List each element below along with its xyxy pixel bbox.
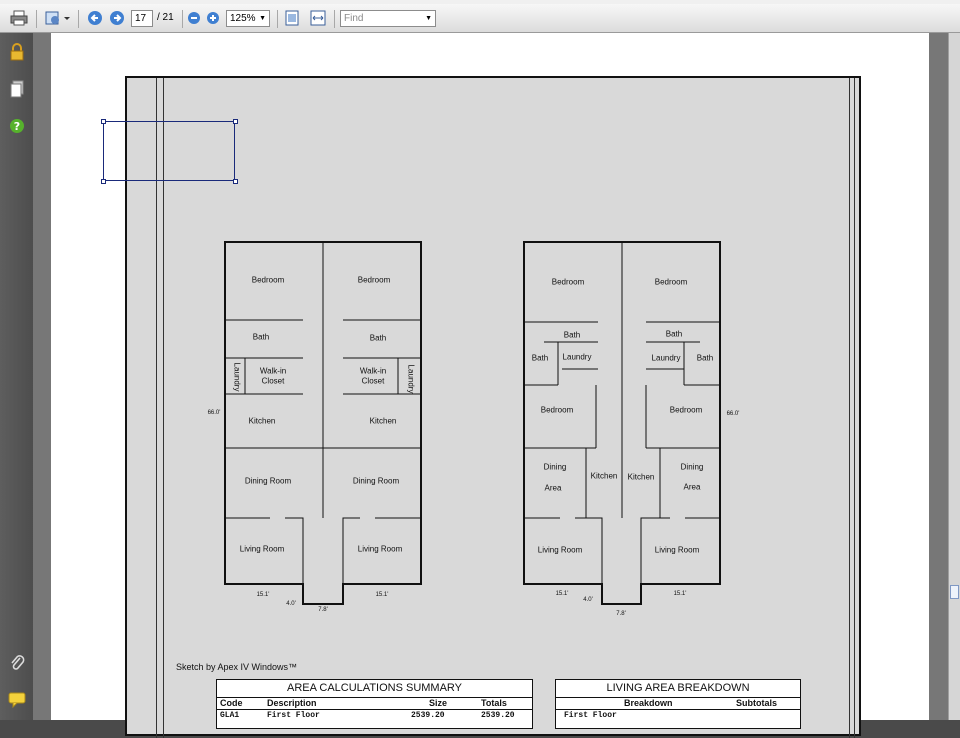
sketch-credit: Sketch by Apex IV Windows™: [176, 662, 298, 672]
room-label: Bath: [369, 333, 387, 343]
room-label: Closet: [261, 376, 285, 386]
floor-plan-drawing: [224, 241, 721, 605]
dimension-label: 4.0': [286, 601, 296, 607]
room-label: Bedroom: [551, 277, 585, 287]
dimension-label: 66.0': [207, 410, 221, 416]
dimension-label: 7.8': [318, 607, 328, 613]
room-label: Closet: [361, 376, 385, 386]
table-cell: 2539.20: [411, 711, 445, 720]
column-header: Breakdown: [624, 698, 673, 708]
table-title: AREA CALCULATIONS SUMMARY: [286, 682, 463, 694]
room-label: Bath: [696, 353, 714, 363]
resize-handle[interactable]: [101, 179, 106, 184]
dimension-label: 15.1': [673, 591, 687, 597]
room-label: Kitchen: [627, 472, 655, 482]
dimension-label: 66.0': [726, 411, 740, 417]
room-label: Living Room: [654, 545, 700, 555]
dimension-label: 15.1': [256, 592, 270, 598]
room-label: Kitchen: [369, 416, 397, 426]
room-label: Living Room: [357, 544, 403, 554]
resize-handle[interactable]: [233, 179, 238, 184]
room-label: Bedroom: [540, 405, 574, 415]
column-header: Totals: [481, 698, 507, 708]
dimension-label: 15.1': [375, 592, 389, 598]
room-label: Walk-in: [359, 366, 387, 376]
room-label: Dining: [543, 462, 567, 472]
room-label: Dining: [680, 462, 704, 472]
room-label: Bedroom: [669, 405, 703, 415]
room-label: Laundry: [562, 352, 592, 362]
room-label: Kitchen: [248, 416, 276, 426]
room-label: Living Room: [537, 545, 583, 555]
column-header: Description: [267, 698, 317, 708]
room-label: Laundry: [232, 362, 242, 392]
room-label: Bath: [665, 329, 683, 339]
vertical-scrollbar[interactable]: [948, 33, 960, 720]
table-cell: 2539.20: [481, 711, 515, 720]
area-calculations-table: AREA CALCULATIONS SUMMARY Code Descripti…: [216, 679, 533, 729]
room-label: Area: [683, 482, 701, 492]
room-label: Bath: [563, 330, 581, 340]
room-label: Dining Room: [244, 476, 292, 486]
room-label: Bedroom: [251, 275, 285, 285]
room-label: Walk-in: [259, 366, 287, 376]
dimension-label: 7.8': [616, 611, 626, 617]
room-label: Bath: [531, 353, 549, 363]
room-label: Bath: [252, 332, 270, 342]
room-label: Living Room: [239, 544, 285, 554]
room-label: Bedroom: [357, 275, 391, 285]
column-header: Size: [429, 698, 448, 708]
room-label: Laundry: [651, 353, 681, 363]
room-label: Laundry: [406, 364, 416, 394]
resize-handle[interactable]: [233, 119, 238, 124]
table-cell: GLA1: [220, 711, 240, 720]
dimension-label: 4.0': [583, 597, 593, 603]
dimension-label: 15.1': [555, 591, 569, 597]
selection-rectangle[interactable]: [103, 121, 235, 181]
table-cell: First Floor: [267, 711, 320, 720]
room-label: Area: [544, 483, 562, 493]
room-label: Bedroom: [654, 277, 688, 287]
resize-handle[interactable]: [101, 119, 106, 124]
table-cell: First Floor: [564, 711, 617, 720]
column-header: Subtotals: [736, 698, 778, 708]
scrollbar-thumb[interactable]: [950, 585, 959, 599]
table-title: LIVING AREA BREAKDOWN: [606, 682, 750, 694]
room-label: Kitchen: [590, 471, 618, 481]
living-area-table: LIVING AREA BREAKDOWN Breakdown Subtotal…: [555, 679, 801, 729]
column-header: Code: [220, 698, 243, 708]
room-label: Dining Room: [352, 476, 400, 486]
